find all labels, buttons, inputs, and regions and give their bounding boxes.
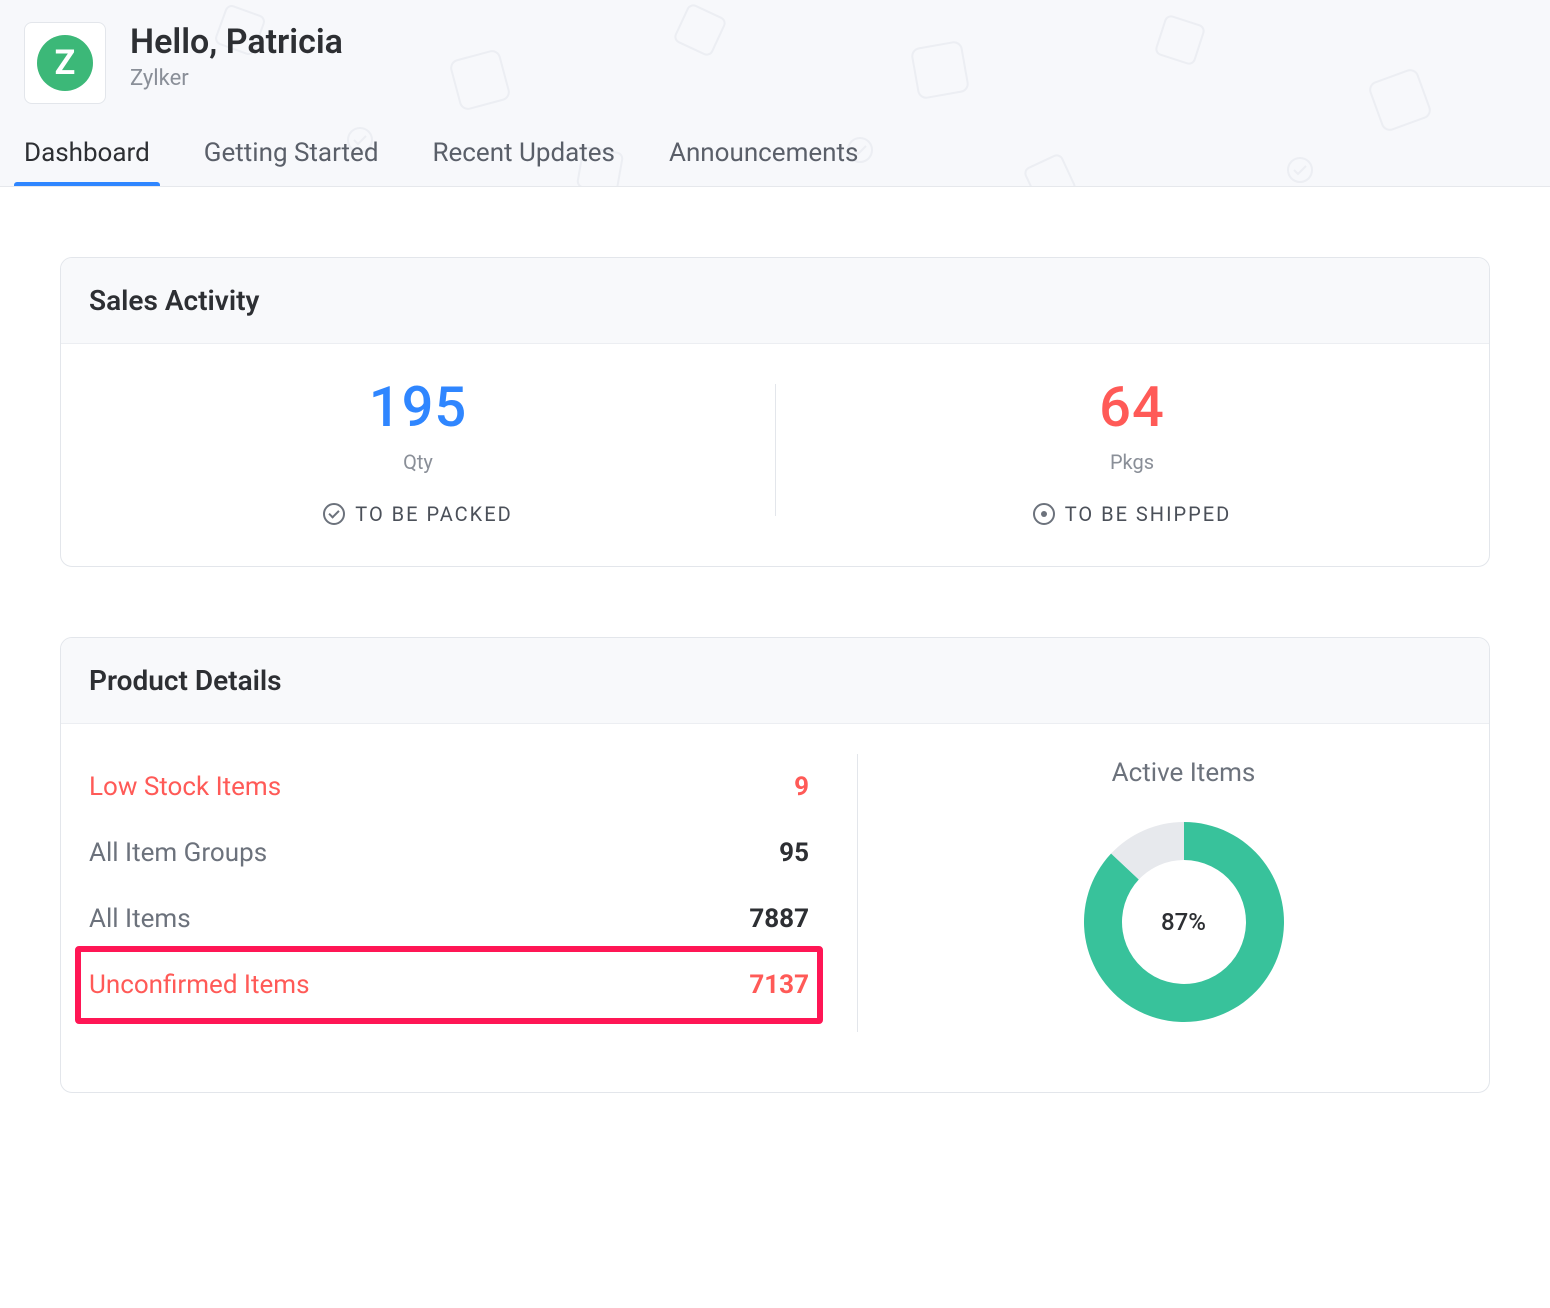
tab-getting-started[interactable]: Getting Started — [204, 138, 379, 186]
sales-activity-card: Sales Activity 195 Qty TO BE PACKED 64 Pkgs T… — [60, 257, 1490, 567]
tab-recent-updates[interactable]: Recent Updates — [432, 138, 615, 186]
sales-metric-to-be-packed[interactable]: 195 Qty TO BE PACKED — [61, 374, 775, 526]
product-row-label: All Items — [89, 904, 191, 934]
product-row-low-stock-items[interactable]: Low Stock Items 9 — [89, 754, 809, 820]
product-row-value: 95 — [779, 838, 809, 868]
sales-metric-to-be-shipped[interactable]: 64 Pkgs TO BE SHIPPED — [775, 374, 1489, 526]
metric-footer: TO BE PACKED — [323, 502, 512, 526]
product-row-all-items[interactable]: All Items 7887 — [89, 886, 809, 952]
product-details-title: Product Details — [61, 638, 1489, 724]
product-row-all-item-groups[interactable]: All Item Groups 95 — [89, 820, 809, 886]
product-row-value: 7887 — [749, 904, 809, 934]
donut-center-label: 87% — [1074, 812, 1294, 1032]
tab-announcements[interactable]: Announcements — [669, 138, 858, 186]
product-row-unconfirmed-items[interactable]: Unconfirmed Items 7137 — [89, 952, 809, 1018]
app-logo: Z — [24, 22, 106, 104]
metric-footer: TO BE SHIPPED — [1033, 502, 1231, 526]
app-logo-letter: Z — [37, 35, 93, 91]
greeting-text: Hello, Patricia — [130, 22, 343, 62]
header: Z Hello, Patricia Zylker Dashboard Gettin… — [0, 0, 1550, 187]
vertical-divider — [857, 754, 858, 1032]
tab-dashboard[interactable]: Dashboard — [24, 138, 150, 186]
metric-unit: Qty — [403, 450, 433, 474]
product-row-value: 9 — [794, 772, 809, 802]
metric-value: 195 — [369, 374, 467, 440]
metric-unit: Pkgs — [1110, 450, 1154, 474]
metric-value: 64 — [1099, 374, 1165, 440]
sales-activity-title: Sales Activity — [61, 258, 1489, 344]
product-row-label: All Item Groups — [89, 838, 267, 868]
product-row-label: Unconfirmed Items — [89, 970, 310, 1000]
product-details-list: Low Stock Items9All Item Groups95All Ite… — [89, 754, 809, 1032]
active-items-donut-chart: 87% — [1074, 812, 1294, 1032]
active-items-title: Active Items — [1112, 758, 1256, 788]
product-details-card: Product Details Low Stock Items 9 All Item… — [60, 637, 1490, 1093]
product-row-value: 7137 — [749, 970, 809, 1000]
product-row-label: Low Stock Items — [89, 772, 281, 802]
metric-footer-text: TO BE SHIPPED — [1065, 502, 1231, 526]
metric-footer-text: TO BE PACKED — [355, 502, 512, 526]
check-circle-icon — [323, 503, 345, 525]
org-name: Zylker — [130, 66, 343, 91]
eye-circle-icon — [1033, 503, 1055, 525]
tabs: Dashboard Getting Started Recent Updates An… — [24, 138, 1550, 186]
